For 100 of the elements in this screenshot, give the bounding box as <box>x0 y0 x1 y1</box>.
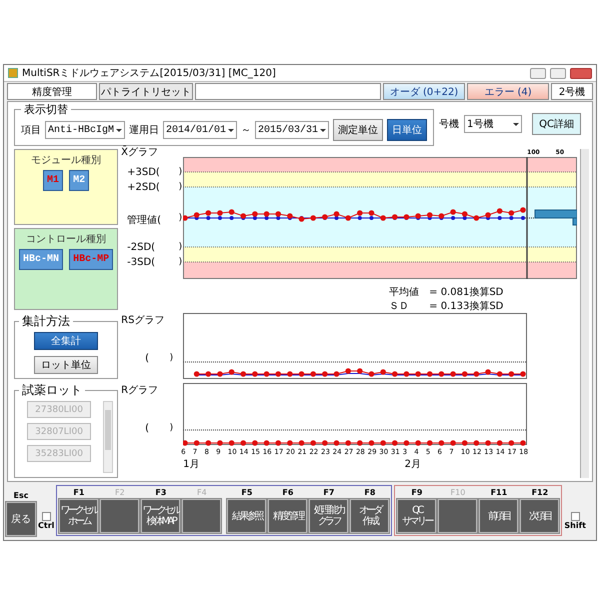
panel-title: モジュール種別 <box>31 154 102 167</box>
data-point <box>497 208 503 214</box>
function-key-button[interactable]: 処理能力 グラフ <box>309 499 348 533</box>
limit-paren: ) <box>178 167 182 177</box>
order-button[interactable]: オーダ (0+22) <box>383 83 465 100</box>
data-point <box>438 440 444 446</box>
patlight-reset-button[interactable]: パトライトリセット <box>99 83 193 100</box>
stat-text: 平均値 = 0.081換算SD <box>389 286 504 299</box>
function-key-button[interactable] <box>438 499 478 533</box>
function-key-button[interactable]: オーダ 作成 <box>350 499 390 533</box>
shift-checkbox[interactable] <box>570 512 580 521</box>
panel-title: コントロール種別 <box>26 233 106 246</box>
data-point <box>462 371 468 377</box>
data-point <box>206 440 212 446</box>
data-point <box>520 371 526 377</box>
function-key-button[interactable] <box>100 499 140 533</box>
unit-toggle-button[interactable]: 測定単位 <box>333 119 384 141</box>
data-point <box>462 440 468 446</box>
checkbox-label: Ctrl <box>38 521 54 530</box>
data-point <box>438 371 444 377</box>
data-point <box>474 215 480 221</box>
data-point <box>217 440 223 446</box>
maximize-button[interactable] <box>550 68 566 78</box>
key-label: F2 <box>115 488 125 497</box>
limit-label: 管理値( <box>127 214 162 227</box>
ctrl-checkbox[interactable] <box>42 512 51 521</box>
function-key-button[interactable]: QC サマリー <box>397 499 436 533</box>
data-point <box>357 440 363 446</box>
key-label: F5 <box>241 488 252 497</box>
data-point <box>498 216 502 220</box>
data-point <box>322 214 328 220</box>
data-point <box>287 440 293 446</box>
qc-detail-button[interactable]: QC詳細 <box>532 113 581 135</box>
key-label: F10 <box>450 488 466 497</box>
limit-paren: ) <box>170 423 174 433</box>
error-button[interactable]: エラー (4) <box>467 83 549 100</box>
data-point <box>380 440 386 446</box>
data-point <box>508 371 514 377</box>
data-point <box>240 371 246 377</box>
machine-label: 号機 <box>439 118 460 131</box>
key-label: F8 <box>364 488 376 497</box>
key-label: F7 <box>323 488 334 497</box>
function-key-button[interactable]: 結果参照 <box>227 499 266 533</box>
caret-icon <box>116 128 122 132</box>
key-label: F9 <box>411 488 422 497</box>
data-point <box>298 440 304 446</box>
chart-title: X̄グラフ <box>121 145 158 159</box>
key-label: F11 <box>490 488 508 497</box>
function-key-button[interactable]: 次項目 <box>520 499 560 533</box>
data-point <box>380 215 386 221</box>
app-icon <box>8 68 18 78</box>
key-label: F3 <box>155 488 166 497</box>
data-point <box>450 440 456 446</box>
data-point <box>404 371 410 377</box>
function-key-button[interactable] <box>182 499 222 533</box>
minimize-button[interactable] <box>530 68 546 78</box>
limit-label: ( <box>145 353 150 364</box>
data-point <box>404 440 410 446</box>
machine-dropdown[interactable]: 1号機 <box>464 115 522 133</box>
data-point <box>415 371 422 377</box>
data-point <box>206 371 212 377</box>
caret-icon <box>320 128 326 132</box>
data-point <box>252 440 258 446</box>
tab[interactable]: 精度管理 <box>7 83 97 100</box>
aggregation-button[interactable]: ロット単位 <box>34 356 98 374</box>
function-key-button[interactable]: 前項目 <box>479 499 518 533</box>
data-point <box>368 440 374 446</box>
data-point <box>276 440 282 446</box>
stat-text: ＳＤ = 0.133換算SD <box>389 300 504 313</box>
data-point <box>228 440 235 446</box>
back-button[interactable]: 戻る <box>6 502 36 536</box>
data-point <box>450 371 456 377</box>
scrollbar[interactable] <box>103 401 114 473</box>
data-point <box>334 440 340 446</box>
function-key-button[interactable]: 精度管理 <box>268 499 308 533</box>
aggregation-button[interactable]: 全集計 <box>34 332 98 350</box>
window-title: MultiSRミドルウェアシステム[2015/03/31] [MC_120] <box>22 67 277 80</box>
date-from-dropdown[interactable]: 2014/01/01 <box>163 121 238 139</box>
limit-paren: ) <box>178 257 182 267</box>
data-point <box>194 440 200 446</box>
data-point <box>474 440 480 446</box>
caret-icon <box>513 122 520 126</box>
data-point <box>183 215 188 221</box>
data-point <box>334 371 340 377</box>
data-point <box>194 371 200 377</box>
item-dropdown[interactable]: Anti-HBcIgM <box>45 121 126 139</box>
checkbox-label: Shift <box>564 521 586 530</box>
data-point <box>404 214 410 220</box>
data-point <box>485 369 491 375</box>
date-to-dropdown[interactable]: 2015/03/31 <box>255 121 330 139</box>
limit-paren: ) <box>170 353 174 363</box>
unit-toggle-button[interactable]: 日単位 <box>387 119 428 141</box>
data-point <box>183 440 188 446</box>
scrollbar[interactable] <box>580 149 589 478</box>
key-label: F12 <box>532 488 548 497</box>
data-point <box>474 371 480 377</box>
data-point <box>322 440 328 446</box>
close-button[interactable] <box>570 68 592 78</box>
data-point <box>346 368 352 374</box>
data-point <box>415 440 422 446</box>
